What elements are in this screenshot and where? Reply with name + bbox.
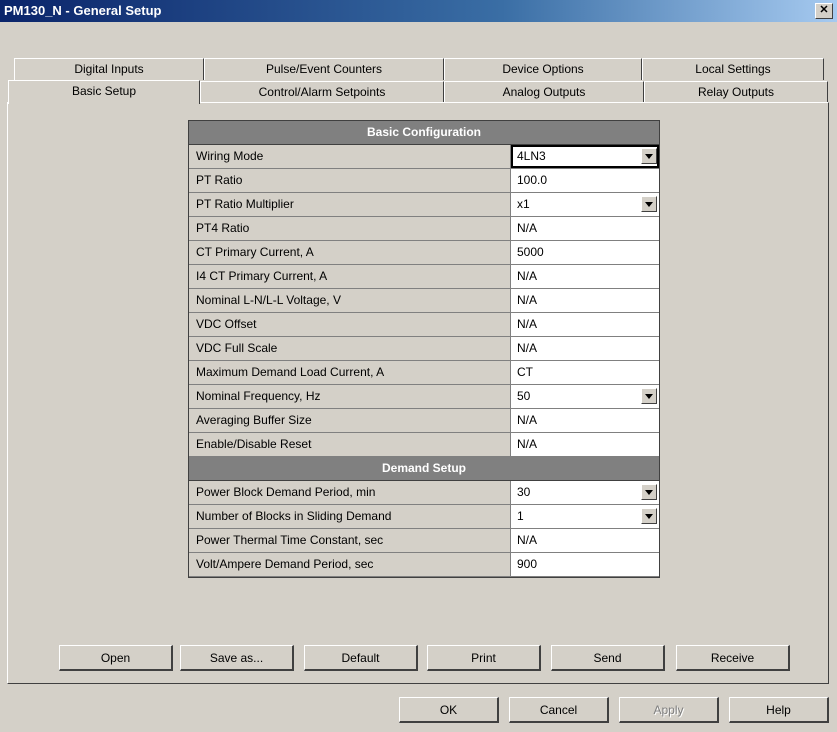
setting-row-power-thermal-time-constant-sec: Power Thermal Time Constant, sec N/A <box>189 529 659 553</box>
tab-basic-setup[interactable]: Basic Setup <box>8 80 200 104</box>
setting-row-wiring-mode: Wiring Mode 4LN3 <box>189 145 659 169</box>
setting-row-nominal-frequency-hz: Nominal Frequency, Hz 50 <box>189 385 659 409</box>
title-bar: PM130_N - General Setup ✕ <box>0 0 837 22</box>
setting-value: N/A <box>517 317 538 331</box>
setting-input[interactable]: N/A <box>511 289 659 312</box>
tab-control-alarm-setpoints[interactable]: Control/Alarm Setpoints <box>200 81 444 103</box>
setting-value: 4LN3 <box>517 149 546 163</box>
setting-input[interactable]: N/A <box>511 265 659 288</box>
setting-value: 5000 <box>517 245 544 259</box>
setting-input[interactable]: 900 <box>511 553 659 576</box>
tab-device-options[interactable]: Device Options <box>444 58 642 80</box>
setting-label: PT Ratio Multiplier <box>189 193 511 216</box>
setting-value: N/A <box>517 293 538 307</box>
open-button[interactable]: Open <box>59 645 173 671</box>
tab-local-settings[interactable]: Local Settings <box>642 58 824 80</box>
setting-row-ct-primary-current-a: CT Primary Current, A 5000 <box>189 241 659 265</box>
section-header-demand-setup: Demand Setup <box>189 457 659 481</box>
setting-label: Power Thermal Time Constant, sec <box>189 529 511 552</box>
setting-label: Enable/Disable Reset <box>189 433 511 456</box>
setting-input[interactable]: N/A <box>511 529 659 552</box>
setting-row-volt-ampere-demand-period-sec: Volt/Ampere Demand Period, sec 900 <box>189 553 659 577</box>
setting-value: N/A <box>517 437 538 451</box>
ok-button[interactable]: OK <box>399 697 499 723</box>
setting-row-vdc-offset: VDC Offset N/A <box>189 313 659 337</box>
setting-value: N/A <box>517 341 538 355</box>
help-button[interactable]: Help <box>729 697 829 723</box>
setting-label: Maximum Demand Load Current, A <box>189 361 511 384</box>
setting-label: CT Primary Current, A <box>189 241 511 264</box>
setting-value: N/A <box>517 533 538 547</box>
setting-input[interactable]: CT <box>511 361 659 384</box>
settings-grid: Basic Configuration Wiring Mode 4LN3 PT Ra… <box>188 120 660 578</box>
setting-label: Averaging Buffer Size <box>189 409 511 432</box>
default-button[interactable]: Default <box>304 645 418 671</box>
setting-row-averaging-buffer-size: Averaging Buffer Size N/A <box>189 409 659 433</box>
setting-label: PT Ratio <box>189 169 511 192</box>
setting-label: Volt/Ampere Demand Period, sec <box>189 553 511 576</box>
setting-input[interactable]: 100.0 <box>511 169 659 192</box>
setting-label: PT4 Ratio <box>189 217 511 240</box>
send-button[interactable]: Send <box>551 645 665 671</box>
setting-row-number-of-blocks-in-sliding-demand: Number of Blocks in Sliding Demand 1 <box>189 505 659 529</box>
tab-analog-outputs[interactable]: Analog Outputs <box>444 81 644 103</box>
setting-value: N/A <box>517 269 538 283</box>
setting-label: Wiring Mode <box>189 145 511 168</box>
setting-value: 900 <box>517 557 538 571</box>
setting-input[interactable]: N/A <box>511 337 659 360</box>
setting-row-enable-disable-reset: Enable/Disable Reset N/A <box>189 433 659 457</box>
window-title: PM130_N - General Setup <box>4 3 162 18</box>
setting-value: 1 <box>517 509 524 523</box>
setting-select[interactable]: x1 <box>511 193 659 216</box>
setting-value: N/A <box>517 413 538 427</box>
setting-row-power-block-demand-period-min: Power Block Demand Period, min 30 <box>189 481 659 505</box>
setting-row-pt-ratio-multiplier: PT Ratio Multiplier x1 <box>189 193 659 217</box>
setting-select[interactable]: 1 <box>511 505 659 528</box>
setting-value: CT <box>517 365 533 379</box>
setting-row-vdc-full-scale: VDC Full Scale N/A <box>189 337 659 361</box>
setting-label: Nominal Frequency, Hz <box>189 385 511 408</box>
chevron-down-icon[interactable] <box>641 196 657 212</box>
setting-row-nominal-l-n-l-l-voltage-v: Nominal L-N/L-L Voltage, V N/A <box>189 289 659 313</box>
setting-input[interactable]: N/A <box>511 313 659 336</box>
setting-input[interactable]: N/A <box>511 217 659 240</box>
print-button[interactable]: Print <box>427 645 541 671</box>
receive-button[interactable]: Receive <box>676 645 790 671</box>
setting-label: Number of Blocks in Sliding Demand <box>189 505 511 528</box>
setting-input[interactable]: N/A <box>511 409 659 432</box>
setting-value: 30 <box>517 485 531 499</box>
apply-button[interactable]: Apply <box>619 697 719 723</box>
setting-value: x1 <box>517 197 530 211</box>
setting-select[interactable]: 4LN3 <box>511 145 659 168</box>
setting-select[interactable]: 50 <box>511 385 659 408</box>
setting-row-pt-ratio: PT Ratio 100.0 <box>189 169 659 193</box>
chevron-down-icon[interactable] <box>641 508 657 524</box>
setting-label: VDC Offset <box>189 313 511 336</box>
setting-value: 100.0 <box>517 173 548 187</box>
tab-digital-inputs[interactable]: Digital Inputs <box>14 58 204 80</box>
setting-row-i4-ct-primary-current-a: I4 CT Primary Current, A N/A <box>189 265 659 289</box>
setting-label: I4 CT Primary Current, A <box>189 265 511 288</box>
tab-pulse-event-counters[interactable]: Pulse/Event Counters <box>204 58 444 80</box>
setting-input[interactable]: N/A <box>511 433 659 456</box>
setting-input[interactable]: 5000 <box>511 241 659 264</box>
setting-label: VDC Full Scale <box>189 337 511 360</box>
chevron-down-icon[interactable] <box>641 484 657 500</box>
tab-relay-outputs[interactable]: Relay Outputs <box>644 81 828 103</box>
setting-label: Nominal L-N/L-L Voltage, V <box>189 289 511 312</box>
cancel-button[interactable]: Cancel <box>509 697 609 723</box>
setting-select[interactable]: 30 <box>511 481 659 504</box>
section-header-basic-configuration: Basic Configuration <box>189 121 659 145</box>
chevron-down-icon[interactable] <box>641 148 657 164</box>
setting-row-maximum-demand-load-current-a: Maximum Demand Load Current, A CT <box>189 361 659 385</box>
close-icon[interactable]: ✕ <box>815 3 833 19</box>
setting-value: 50 <box>517 389 531 403</box>
chevron-down-icon[interactable] <box>641 388 657 404</box>
setting-label: Power Block Demand Period, min <box>189 481 511 504</box>
save-as-button[interactable]: Save as... <box>180 645 294 671</box>
setting-value: N/A <box>517 221 538 235</box>
setting-row-pt4-ratio: PT4 Ratio N/A <box>189 217 659 241</box>
